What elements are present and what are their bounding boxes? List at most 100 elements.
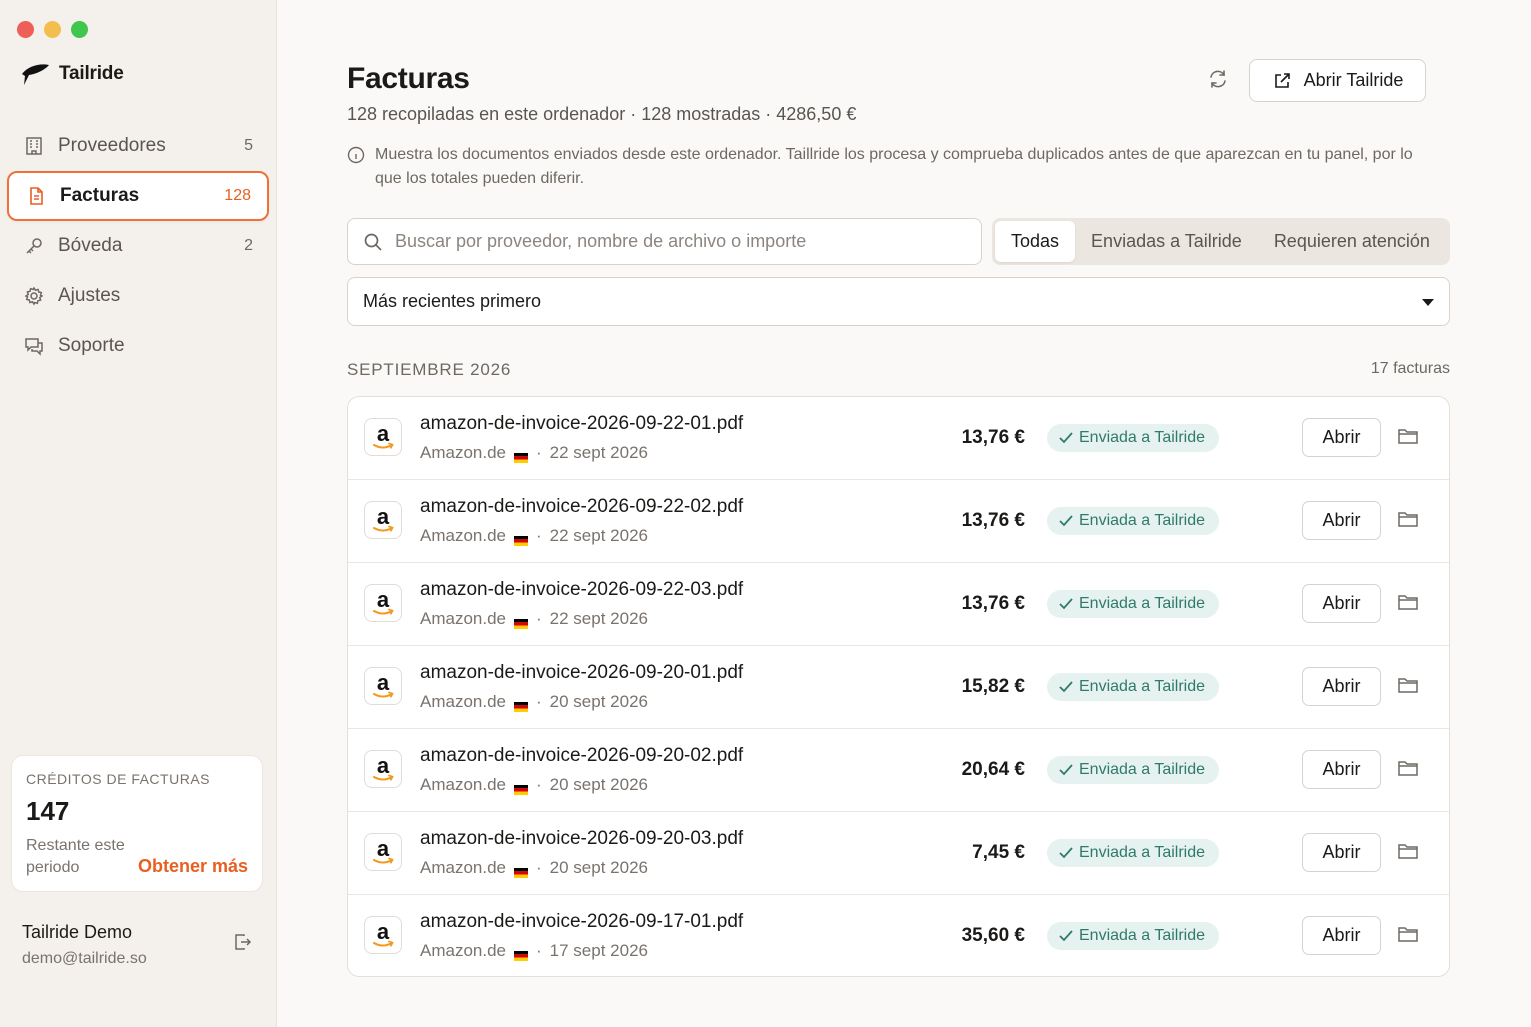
page-title: Facturas xyxy=(347,62,470,95)
zoom-window-button[interactable] xyxy=(71,21,88,38)
open-tailride-label: Abrir Tailride xyxy=(1303,70,1404,90)
gear-icon xyxy=(23,285,45,307)
check-icon xyxy=(1059,681,1073,693)
invoice-filename: amazon-de-invoice-2026-09-20-02.pdf xyxy=(420,745,744,766)
filter-tabs: Todas Enviadas a Tailride Requieren aten… xyxy=(992,218,1450,265)
sidebar-item-label: Bóveda xyxy=(58,235,123,256)
status-label: Enviada a Tailride xyxy=(1079,927,1206,944)
window-controls xyxy=(17,21,88,38)
chevron-down-icon xyxy=(1422,298,1434,306)
invoice-vendor: Amazon.de xyxy=(420,858,506,877)
status-label: Enviada a Tailride xyxy=(1079,595,1206,612)
amazon-logo-icon: a xyxy=(364,501,402,539)
svg-text:a: a xyxy=(377,423,390,446)
amazon-logo-icon: a xyxy=(364,667,402,705)
folder-icon[interactable] xyxy=(1397,841,1419,866)
invoice-meta: Amazon.de · 22 sept 2026 xyxy=(420,443,648,463)
open-tailride-button[interactable]: Abrir Tailride xyxy=(1249,59,1426,102)
invoice-row[interactable]: a amazon-de-invoice-2026-09-20-01.pdf Am… xyxy=(348,646,1449,729)
invoice-filename: amazon-de-invoice-2026-09-22-01.pdf xyxy=(420,413,744,434)
open-invoice-button[interactable]: Abrir xyxy=(1302,584,1381,623)
invoice-row[interactable]: a amazon-de-invoice-2026-09-22-03.pdf Am… xyxy=(348,563,1449,646)
sidebar-item-proveedores[interactable]: Proveedores 5 xyxy=(7,121,269,171)
status-badge: Enviada a Tailride xyxy=(1047,922,1220,950)
sidebar-item-ajustes[interactable]: Ajustes xyxy=(7,271,269,321)
open-invoice-button[interactable]: Abrir xyxy=(1302,418,1381,457)
group-title: SEPTIEMBRE 2026 xyxy=(347,360,512,379)
invoice-date: 20 sept 2026 xyxy=(549,692,648,711)
svg-text:a: a xyxy=(377,589,390,612)
sidebar-item-label: Soporte xyxy=(58,335,125,356)
tab-requieren-atencion[interactable]: Requieren atención xyxy=(1258,221,1446,262)
svg-text:a: a xyxy=(377,755,390,778)
amazon-logo-icon: a xyxy=(364,418,402,456)
sidebar-item-boveda[interactable]: Bóveda 2 xyxy=(7,221,269,271)
close-window-button[interactable] xyxy=(17,21,34,38)
invoice-row[interactable]: a amazon-de-invoice-2026-09-20-03.pdf Am… xyxy=(348,812,1449,895)
check-icon xyxy=(1059,847,1073,859)
folder-icon[interactable] xyxy=(1397,509,1419,534)
sidebar: Tailride Proveedores 5 Facturas 128 Bóve… xyxy=(0,0,277,1027)
invoice-filename: amazon-de-invoice-2026-09-22-03.pdf xyxy=(420,579,744,600)
open-invoice-button[interactable]: Abrir xyxy=(1302,667,1381,706)
amazon-logo-icon: a xyxy=(364,584,402,622)
open-invoice-button[interactable]: Abrir xyxy=(1302,916,1381,955)
invoice-meta: Amazon.de · 22 sept 2026 xyxy=(420,609,648,629)
tab-todas[interactable]: Todas xyxy=(995,221,1076,262)
minimize-window-button[interactable] xyxy=(44,21,61,38)
refresh-icon[interactable] xyxy=(1207,68,1229,95)
invoice-amount: 20,64 € xyxy=(961,759,1025,780)
invoice-filename: amazon-de-invoice-2026-09-20-03.pdf xyxy=(420,828,744,849)
amazon-logo-icon: a xyxy=(364,833,402,871)
brand: Tailride xyxy=(20,62,124,86)
invoice-row[interactable]: a amazon-de-invoice-2026-09-17-01.pdf Am… xyxy=(348,895,1449,976)
amazon-logo-icon: a xyxy=(364,750,402,788)
key-icon xyxy=(23,235,45,257)
invoice-amount: 13,76 € xyxy=(961,427,1025,448)
status-label: Enviada a Tailride xyxy=(1079,512,1206,529)
credits-card: CRÉDITOS DE FACTURAS 147 Restante este p… xyxy=(11,755,263,892)
invoice-meta: Amazon.de · 20 sept 2026 xyxy=(420,858,648,878)
get-more-credits-link[interactable]: Obtener más xyxy=(138,856,248,877)
folder-icon[interactable] xyxy=(1397,924,1419,949)
folder-icon[interactable] xyxy=(1397,592,1419,617)
logout-icon[interactable] xyxy=(232,932,252,957)
sort-select[interactable]: Más recientes primero xyxy=(347,277,1450,326)
folder-icon[interactable] xyxy=(1397,758,1419,783)
chat-icon xyxy=(23,335,45,357)
tab-enviadas[interactable]: Enviadas a Tailride xyxy=(1075,221,1258,262)
sidebar-item-facturas[interactable]: Facturas 128 xyxy=(7,171,269,221)
invoice-row[interactable]: a amazon-de-invoice-2026-09-22-02.pdf Am… xyxy=(348,480,1449,563)
open-invoice-button[interactable]: Abrir xyxy=(1302,750,1381,789)
folder-icon[interactable] xyxy=(1397,675,1419,700)
folder-icon[interactable] xyxy=(1397,426,1419,451)
open-invoice-button[interactable]: Abrir xyxy=(1302,833,1381,872)
invoice-meta: Amazon.de · 20 sept 2026 xyxy=(420,775,648,795)
meta-separator: · xyxy=(536,858,542,877)
document-icon xyxy=(25,185,47,207)
germany-flag-icon xyxy=(514,946,528,961)
sidebar-item-label: Facturas xyxy=(60,185,140,206)
invoice-meta: Amazon.de · 22 sept 2026 xyxy=(420,526,648,546)
building-icon xyxy=(23,135,45,157)
open-invoice-button[interactable]: Abrir xyxy=(1302,501,1381,540)
status-label: Enviada a Tailride xyxy=(1079,761,1206,778)
group-count: 17 facturas xyxy=(1370,360,1450,377)
svg-text:a: a xyxy=(377,506,390,529)
credits-value: 147 xyxy=(26,796,70,826)
invoice-row[interactable]: a amazon-de-invoice-2026-09-20-02.pdf Am… xyxy=(348,729,1449,812)
check-icon xyxy=(1059,764,1073,776)
invoice-row[interactable]: a amazon-de-invoice-2026-09-22-01.pdf Am… xyxy=(348,397,1449,480)
invoice-amount: 7,45 € xyxy=(972,842,1025,863)
status-badge: Enviada a Tailride xyxy=(1047,507,1220,535)
invoice-vendor: Amazon.de xyxy=(420,775,506,794)
status-badge: Enviada a Tailride xyxy=(1047,590,1220,618)
invoice-filename: amazon-de-invoice-2026-09-17-01.pdf xyxy=(420,911,744,932)
search-input[interactable] xyxy=(395,231,981,252)
germany-flag-icon xyxy=(514,614,528,629)
status-badge: Enviada a Tailride xyxy=(1047,424,1220,452)
sidebar-item-soporte[interactable]: Soporte xyxy=(7,321,269,371)
germany-flag-icon xyxy=(514,448,528,463)
search-icon xyxy=(364,233,382,251)
status-badge: Enviada a Tailride xyxy=(1047,839,1220,867)
